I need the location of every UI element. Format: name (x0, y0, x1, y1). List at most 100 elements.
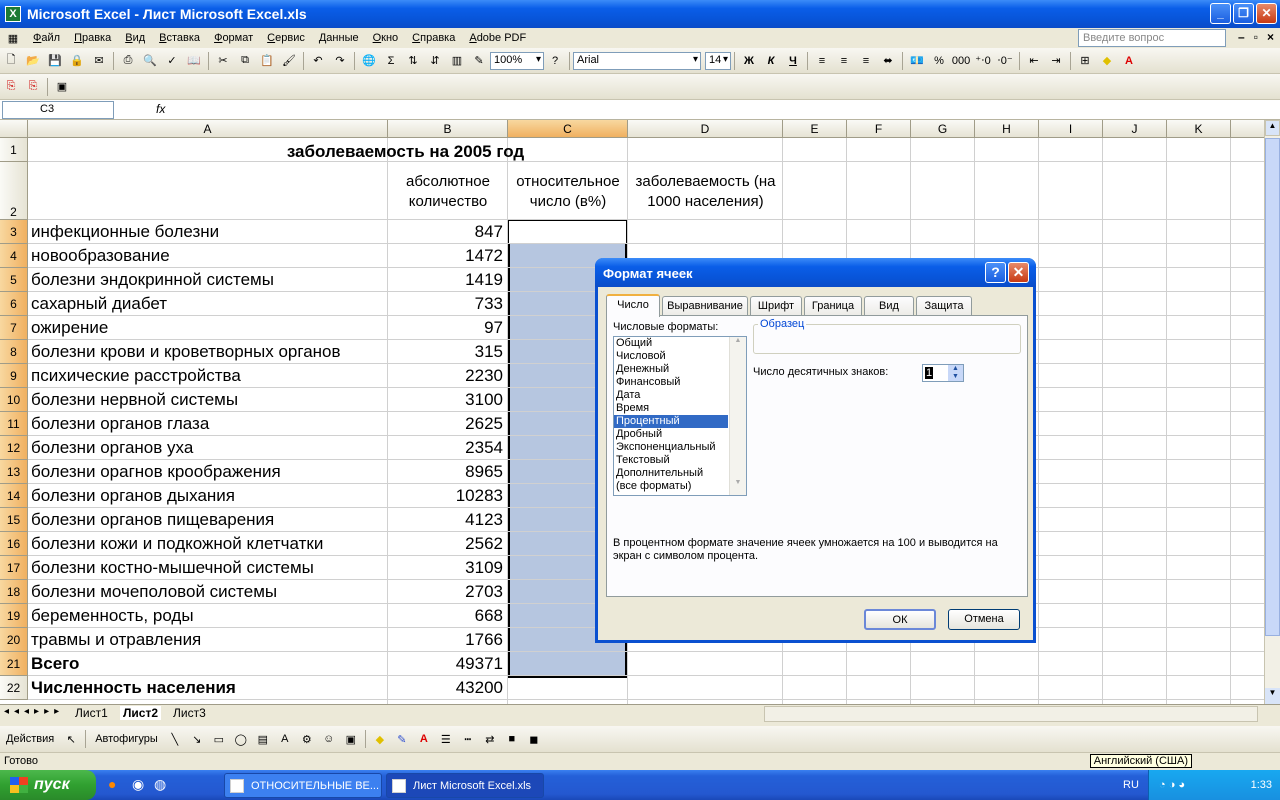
cell-disease-name[interactable]: болезни органов уха (31, 436, 387, 460)
cell-population-value[interactable]: 43200 (388, 676, 506, 700)
sort-asc-icon[interactable]: ⇅ (404, 52, 422, 70)
col-header-b[interactable]: B (388, 120, 508, 138)
col-header-c[interactable]: C (508, 120, 628, 138)
select-pointer-icon[interactable]: ↖ (62, 730, 80, 748)
tab-nav-icons[interactable]: ◂◂◂▸▸▸ (4, 706, 64, 717)
col-header-e[interactable]: E (783, 120, 847, 138)
cell-absolute-count[interactable]: 2354 (388, 436, 506, 460)
open-icon[interactable]: 📂 (24, 52, 42, 70)
ok-button[interactable]: ОК (864, 609, 936, 630)
menu-adobe-pdf[interactable]: Adobe PDF (462, 28, 533, 48)
font-color-icon[interactable]: A (1120, 52, 1138, 70)
sheet-tab-3[interactable]: Лист3 (170, 706, 209, 720)
scroll-up-icon[interactable]: ▲ (1265, 120, 1280, 136)
col-header-j[interactable]: J (1103, 120, 1167, 138)
menu-tools[interactable]: Сервис (260, 28, 312, 48)
list-scroll-down-icon[interactable]: ▼ (730, 479, 746, 495)
cell-disease-name[interactable]: болезни органов дыхания (31, 484, 387, 508)
clipart-icon[interactable]: ☺ (320, 730, 338, 748)
help-search-input[interactable]: Введите вопрос (1078, 29, 1226, 47)
maximize-button[interactable]: ❐ (1233, 3, 1254, 24)
picture-icon[interactable]: ▣ (342, 730, 360, 748)
cell-disease-name[interactable]: ожирение (31, 316, 387, 340)
row-header[interactable]: 6 (0, 292, 28, 316)
row-header[interactable]: 10 (0, 388, 28, 412)
cell-disease-name[interactable]: травмы и отравления (31, 628, 387, 652)
percent-icon[interactable]: % (930, 52, 948, 70)
redo-icon[interactable]: ↷ (331, 52, 349, 70)
media-icon[interactable]: ◉ (132, 776, 144, 793)
align-right-icon[interactable]: ≡ (857, 52, 875, 70)
list-scrollbar[interactable]: ▲ ▼ (729, 337, 746, 495)
cell-absolute-count[interactable]: 2562 (388, 532, 506, 556)
line-color-icon[interactable]: ✎ (393, 730, 411, 748)
menu-data[interactable]: Данные (312, 28, 366, 48)
select-all-corner[interactable] (0, 120, 28, 138)
col-header-a[interactable]: A (28, 120, 388, 138)
bold-icon[interactable]: Ж (740, 52, 758, 70)
diagram-icon[interactable]: ⚙ (298, 730, 316, 748)
underline-icon[interactable]: Ч (784, 52, 802, 70)
cell-absolute-count[interactable]: 733 (388, 292, 506, 316)
drawing-icon[interactable]: ✎ (470, 52, 488, 70)
format-time[interactable]: Время (614, 402, 728, 415)
currency-icon[interactable]: 💶 (908, 52, 926, 70)
cut-icon[interactable]: ✂ (214, 52, 232, 70)
row-header[interactable]: 17 (0, 556, 28, 580)
merge-center-icon[interactable]: ⬌ (879, 52, 897, 70)
row-header[interactable]: 12 (0, 436, 28, 460)
format-accounting[interactable]: Финансовый (614, 376, 728, 389)
format-currency[interactable]: Денежный (614, 363, 728, 376)
new-icon[interactable]: 🗋 (2, 52, 20, 70)
row-header[interactable]: 9 (0, 364, 28, 388)
dialog-close-button[interactable]: ✕ (1008, 262, 1029, 283)
copy-icon[interactable]: ⧉ (236, 52, 254, 70)
cell-absolute-count[interactable]: 315 (388, 340, 506, 364)
row-header[interactable]: 18 (0, 580, 28, 604)
fill-color-icon[interactable]: ◆ (1098, 52, 1116, 70)
cell-disease-name[interactable]: болезни мочеполовой системы (31, 580, 387, 604)
permission-icon[interactable]: 🔒 (68, 52, 86, 70)
cell-disease-name[interactable]: инфекционные болезни (31, 220, 387, 244)
cell-absolute-count[interactable]: 3109 (388, 556, 506, 580)
format-general[interactable]: Общий (614, 337, 728, 350)
line-icon[interactable]: ╲ (166, 730, 184, 748)
cell-absolute-count[interactable]: 1419 (388, 268, 506, 292)
cell-absolute-count[interactable]: 847 (388, 220, 506, 244)
print-preview-icon[interactable]: 🔍 (141, 52, 159, 70)
row-header[interactable]: 13 (0, 460, 28, 484)
cell-disease-name[interactable]: болезни кожи и подкожной клетчатки (31, 532, 387, 556)
row-header[interactable]: 19 (0, 604, 28, 628)
chart-wizard-icon[interactable]: ▥ (448, 52, 466, 70)
cell-population-label[interactable]: Численность населения (31, 676, 387, 700)
col-header-g[interactable]: G (911, 120, 975, 138)
draw-font-color-icon[interactable]: A (415, 730, 433, 748)
row-header[interactable]: 7 (0, 316, 28, 340)
firefox-icon[interactable]: ● (108, 776, 116, 792)
thousands-icon[interactable]: 000 (952, 52, 970, 70)
cell-disease-name[interactable]: болезни органов глаза (31, 412, 387, 436)
menu-view[interactable]: Вид (118, 28, 152, 48)
horizontal-scrollbar[interactable] (764, 706, 1258, 722)
cell-disease-name[interactable]: болезни орагнов кроображения (31, 460, 387, 484)
format-special[interactable]: Дополнительный (614, 467, 728, 480)
arrow-style-icon[interactable]: ⇄ (481, 730, 499, 748)
col-header-i[interactable]: I (1039, 120, 1103, 138)
align-left-icon[interactable]: ≡ (813, 52, 831, 70)
cell-absolute-count[interactable]: 97 (388, 316, 506, 340)
borders-icon[interactable]: ⊞ (1076, 52, 1094, 70)
cell-total-label[interactable]: Всего (31, 652, 387, 676)
col-header-l[interactable] (1231, 120, 1264, 138)
spelling-icon[interactable]: ✓ (163, 52, 181, 70)
cancel-button[interactable]: Отмена (948, 609, 1020, 630)
start-button[interactable]: пуск (0, 770, 96, 800)
row-header[interactable]: 22 (0, 676, 28, 700)
col-header-f[interactable]: F (847, 120, 911, 138)
decimal-places-spinner[interactable]: 1 ▲ ▼ (922, 364, 964, 382)
format-painter-icon[interactable]: 🖌 (280, 52, 298, 70)
col-header-h[interactable]: H (975, 120, 1039, 138)
sheet-tab-2[interactable]: Лист2 (120, 706, 162, 720)
cell-absolute-count[interactable]: 8965 (388, 460, 506, 484)
tab-protection[interactable]: Защита (916, 296, 972, 316)
row-header[interactable]: 14 (0, 484, 28, 508)
